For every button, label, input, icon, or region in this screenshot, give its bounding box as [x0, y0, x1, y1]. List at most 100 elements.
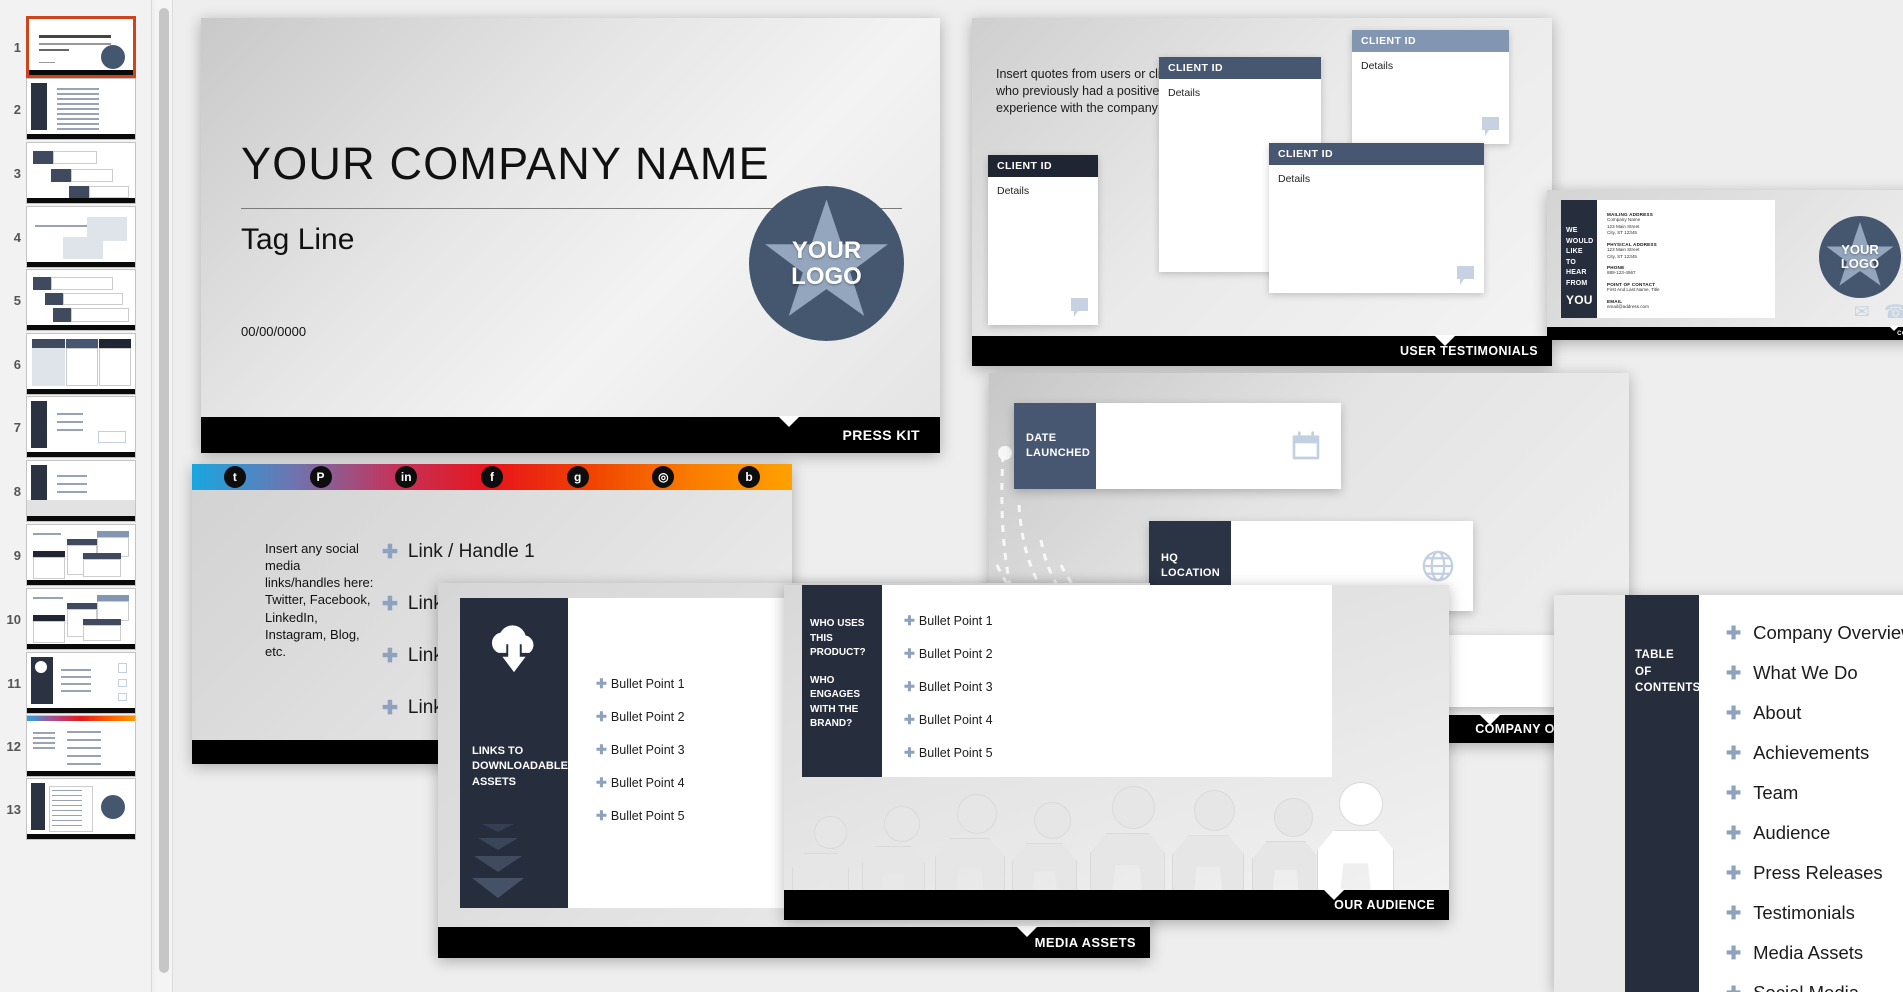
slide-user-testimonials[interactable]: Insert quotes from users or clients who …	[972, 18, 1552, 366]
contact-field-value: Company Name 123 Main Street City, ST 12…	[1607, 217, 1641, 236]
thumbnail-number: 2	[13, 101, 21, 117]
instagram-icon[interactable]: ◎	[652, 466, 675, 488]
thumbnail-preview[interactable]	[26, 396, 136, 458]
media-bullet-item: ✚ Bullet Point 2	[596, 709, 685, 725]
phone-icon: ☎	[1883, 302, 1903, 323]
thumbnail-preview[interactable]	[26, 460, 136, 522]
thumbnail-number: 11	[7, 675, 21, 691]
plus-icon: ✚	[1726, 702, 1742, 723]
slide-contact-us[interactable]: WE WOULD LIKE TO HEAR FROM YOU MAILING A…	[1547, 190, 1903, 340]
overview-tag-label: DATE LAUNCHED	[1026, 432, 1091, 459]
toc-item[interactable]: ✚ What We Do	[1726, 653, 1903, 693]
footer-label: OUR AUDIENCE	[1334, 898, 1435, 912]
toc-item[interactable]: ✚ Social Media	[1726, 973, 1903, 992]
thumbnail-preview[interactable]	[26, 16, 136, 78]
contact-field-value: email@address.com	[1607, 303, 1649, 309]
speech-bubble-icon	[1071, 298, 1088, 317]
toc-item[interactable]: ✚ Testimonials	[1726, 893, 1903, 933]
logo-line-2: LOGO	[1840, 256, 1880, 271]
thumbnail-preview[interactable]	[26, 333, 136, 395]
thumbnail-number: 12	[6, 738, 21, 754]
client-details-text: Details	[1361, 60, 1394, 72]
overview-row-date-launched[interactable]: DATE LAUNCHED	[1014, 403, 1341, 489]
logo-line-2: LOGO	[791, 262, 862, 290]
bullet-label: Bullet Point 4	[918, 713, 993, 727]
thumbnail-number: 8	[13, 483, 21, 499]
audience-question-2: WHO ENGAGES WITH THE BRAND?	[810, 674, 861, 730]
toc-item[interactable]: ✚ Company Overview	[1726, 613, 1903, 653]
presentation-workspace: 1 2 3 4 5 6 7 8 9 10 11 12 13 YOUR COMPA…	[0, 0, 1903, 992]
plus-icon: ✚	[382, 645, 398, 667]
overview-value-field[interactable]	[1096, 403, 1341, 489]
thumbnail-preview[interactable]	[26, 715, 136, 777]
plus-icon: ✚	[382, 541, 398, 563]
contact-field-value: 888-123-4567	[1607, 270, 1636, 276]
thumbnail-number: 4	[13, 229, 21, 245]
thumbnail-preview[interactable]	[26, 78, 136, 140]
media-bullet-item: ✚ Bullet Point 4	[596, 775, 685, 791]
googleplus-icon[interactable]: g	[566, 466, 589, 488]
thumbnail-preview[interactable]	[26, 652, 136, 714]
plus-icon: ✚	[904, 613, 915, 628]
page-title: YOUR COMPANY NAME	[241, 138, 770, 189]
pinterest-icon[interactable]: P	[309, 466, 332, 488]
media-bullet-list: ✚ Bullet Point 1 ✚ Bullet Point 2 ✚ Bullet Po…	[596, 676, 685, 841]
thumbnail-preview[interactable]	[26, 778, 136, 840]
contact-details-card: MAILING ADDRESS Company Name 123 Main Str…	[1597, 200, 1775, 318]
client-card[interactable]: CLIENT ID Details	[988, 155, 1098, 325]
thumbnail-preview[interactable]	[26, 206, 136, 268]
thumbnail-preview[interactable]	[26, 269, 136, 331]
bullet-label: Bullet Point 2	[918, 647, 993, 661]
contact-side-big: YOU	[1566, 293, 1593, 307]
toc-item[interactable]: ✚ About	[1726, 693, 1903, 733]
person-head	[814, 816, 847, 849]
thumbnail-footer-bar	[27, 834, 135, 839]
toc-item[interactable]: ✚ Audience	[1726, 813, 1903, 853]
footer-label: MEDIA ASSETS	[1034, 935, 1136, 950]
thumbnail-preview[interactable]	[26, 142, 136, 204]
audience-content: ✚ Bullet Point 1 ✚ Bullet Point 2 ✚ Bullet Po…	[882, 585, 1332, 777]
thumbnail-number: 3	[13, 165, 21, 181]
blogger-icon[interactable]: b	[738, 466, 761, 488]
plus-icon: ✚	[1726, 822, 1742, 843]
thumbnail-preview[interactable]	[26, 524, 136, 586]
slide-table-of-contents[interactable]: TABLE OF CONTENTS ✚ Company Overview ✚ What…	[1554, 595, 1903, 992]
toc-item[interactable]: ✚ Team	[1726, 773, 1903, 813]
logo-badge: YOUR LOGO	[1819, 216, 1901, 298]
toc-item-label: About	[1753, 702, 1802, 723]
linkedin-icon[interactable]: in	[395, 466, 418, 488]
footer-notch	[778, 416, 800, 427]
toc-item-label: Audience	[1753, 822, 1831, 843]
client-id-header: CLIENT ID	[1269, 143, 1484, 165]
thumbnail-number: 7	[13, 419, 21, 435]
client-card[interactable]: CLIENT ID Details	[1269, 143, 1484, 293]
plus-icon: ✚	[1726, 942, 1742, 963]
twitter-icon[interactable]: t	[223, 466, 246, 488]
facebook-icon[interactable]: f	[480, 466, 503, 488]
slide-thumbnail-13[interactable]: 13	[0, 770, 151, 848]
slide-thumbnail-rail[interactable]: 1 2 3 4 5 6 7 8 9 10 11 12 13	[0, 0, 152, 992]
person-head	[957, 794, 997, 834]
thumbnail-scrollbar-handle[interactable]	[159, 8, 169, 973]
toc-item[interactable]: ✚ Media Assets	[1726, 933, 1903, 973]
bullet-label: Bullet Point 2	[610, 710, 685, 724]
person-head	[1034, 802, 1072, 840]
toc-item[interactable]: ✚ Achievements	[1726, 733, 1903, 773]
slide-press-kit-title[interactable]: YOUR COMPANY NAME Tag Line 00/00/0000 YO…	[201, 18, 940, 453]
person-head	[1339, 782, 1384, 827]
slide-our-audience[interactable]: WHO USES THIS PRODUCT? WHO ENGAGES WITH …	[784, 585, 1449, 920]
thumbnail-number: 13	[6, 801, 21, 817]
bullet-label: Bullet Point 3	[918, 680, 993, 694]
mail-icon: ✉	[1853, 302, 1870, 323]
social-link-label: Link / Handle 1	[407, 541, 535, 562]
audience-bullet-item: ✚ Bullet Point 1	[904, 613, 993, 629]
contact-side-l4: TO HEAR	[1566, 258, 1587, 277]
client-card[interactable]: CLIENT ID Details	[1352, 30, 1509, 144]
social-link-item[interactable]: ✚ Link / Handle 1	[382, 526, 535, 578]
bullet-label: Bullet Point 3	[610, 743, 685, 757]
toc-item[interactable]: ✚ Press Releases	[1726, 853, 1903, 893]
thumbnail-scrollbar[interactable]	[155, 0, 173, 992]
plus-icon: ✚	[1726, 862, 1742, 883]
thumbnail-preview[interactable]	[26, 588, 136, 650]
person-head	[1194, 790, 1236, 832]
